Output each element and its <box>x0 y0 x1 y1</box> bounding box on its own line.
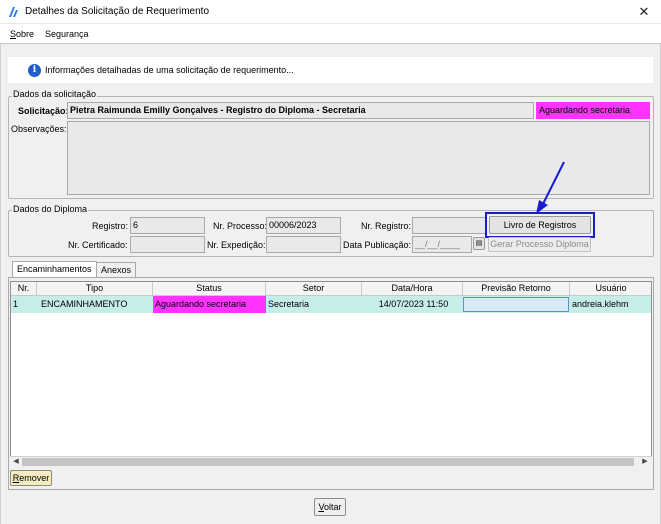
solicitacao-group-title: Dados da solicitação <box>12 89 98 99</box>
column-header-nr[interactable]: Nr. <box>11 282 37 296</box>
nr-certificado-label: Nr. Certificado: <box>68 240 128 250</box>
observacoes-label: Observações: <box>11 124 67 134</box>
cell-setor: Secretaria <box>268 299 310 309</box>
column-header-previsao[interactable]: Previsão Retorno <box>463 282 570 296</box>
column-header-usuario[interactable]: Usuário <box>570 282 651 296</box>
tab-encaminhamentos[interactable]: Encaminhamentos <box>12 261 97 278</box>
calendar-icon[interactable]: ▤ <box>473 237 485 250</box>
data-publicacao-label: Data Publicação: <box>343 240 412 250</box>
nr-registro-label: Nr. Registro: <box>361 221 412 231</box>
info-icon: i <box>28 64 41 77</box>
diploma-group-title: Dados do Diploma <box>12 204 89 214</box>
column-header-setor[interactable]: Setor <box>266 282 362 296</box>
scroll-right-icon[interactable]: ▶ <box>640 457 650 467</box>
cell-previsao-retorno[interactable] <box>463 297 569 312</box>
voltar-button[interactable]: Voltar <box>314 498 346 516</box>
cell-status: Aguardando secretaria <box>153 296 266 313</box>
column-header-tipo[interactable]: Tipo <box>37 282 153 296</box>
tab-anexos[interactable]: Anexos <box>96 262 137 277</box>
nr-expedicao-field[interactable] <box>266 236 341 253</box>
menu-sobre[interactable]: Sobre <box>10 29 34 39</box>
solicitacao-label: Solicitação: <box>18 106 69 116</box>
cell-usuario: andreia.klehm <box>572 299 629 309</box>
data-publicacao-field[interactable]: __/__/____ <box>412 236 472 253</box>
column-header-data-hora[interactable]: Data/Hora <box>362 282 463 296</box>
menu-seguranca[interactable]: Segurança <box>45 29 89 39</box>
scroll-left-icon[interactable]: ◀ <box>11 457 21 467</box>
horizontal-scrollbar[interactable]: ◀ ▶ <box>10 456 652 467</box>
scrollbar-thumb[interactable] <box>22 458 634 466</box>
livro-registros-button[interactable]: Livro de Registros <box>489 216 591 234</box>
app-logo-icon <box>9 7 18 17</box>
nr-expedicao-label: Nr. Expedição: <box>207 240 266 250</box>
column-header-status[interactable]: Status <box>153 282 266 296</box>
window-title: Detalhes da Solicitação de Requerimento <box>25 6 209 17</box>
encaminhamentos-grid: Nr. Tipo Status Setor Data/Hora Previsão… <box>10 281 652 467</box>
registro-field[interactable]: 6 <box>130 217 205 234</box>
close-button[interactable]: ✕ <box>633 3 655 21</box>
gerar-processo-button[interactable]: Gerar Processo Diploma <box>488 237 591 252</box>
solicitacao-field: Pietra Raimunda Emilly Gonçalves - Regis… <box>67 102 534 119</box>
status-badge: Aguardando secretaria <box>536 102 650 119</box>
nr-registro-field[interactable] <box>412 217 486 234</box>
nr-processo-label: Nr. Processo: <box>213 221 268 231</box>
cell-tipo: ENCAMINHAMENTO <box>41 299 128 309</box>
menu-separator <box>0 43 661 44</box>
registro-label: Registro: <box>92 221 129 231</box>
nr-processo-field[interactable]: 00006/2023 <box>266 217 341 234</box>
cell-data-hora: 14/07/2023 11:50 <box>378 299 449 309</box>
nr-certificado-field[interactable] <box>130 236 205 253</box>
info-banner-text: Informações detalhadas de uma solicitaçã… <box>45 65 294 75</box>
remover-button[interactable]: Remover <box>10 470 52 486</box>
cell-nr: 1 <box>13 299 19 309</box>
annotation-arrow-icon <box>536 161 565 214</box>
menu-bar <box>0 25 661 43</box>
